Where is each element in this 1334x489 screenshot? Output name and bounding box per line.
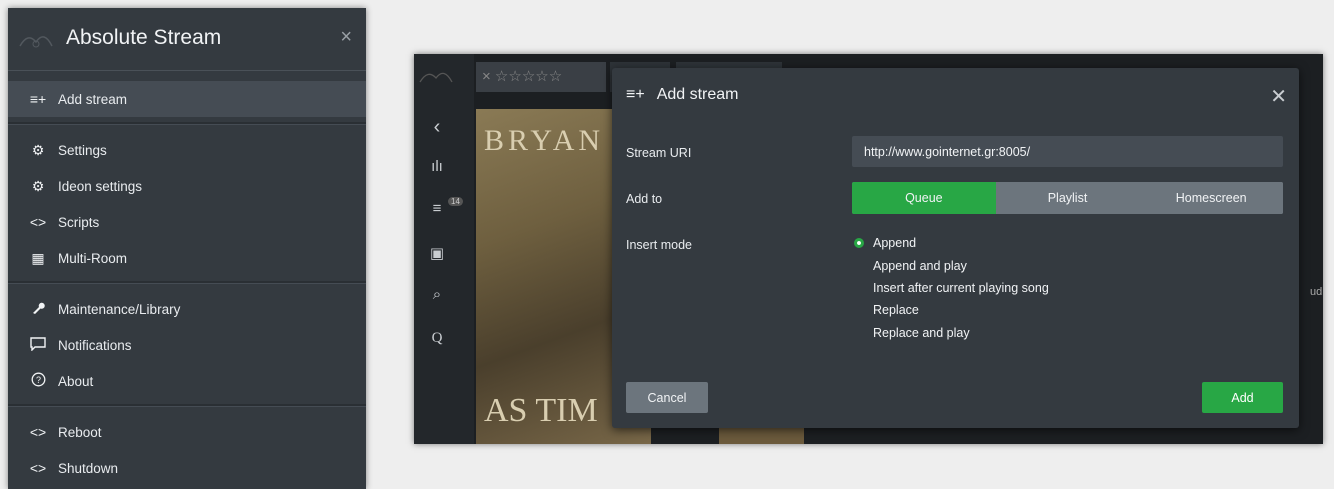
album-cover-text: AS TIM (484, 392, 598, 429)
menu-item-add-stream[interactable]: ≡+ Add stream (8, 81, 366, 117)
menu-item-label: Notifications (58, 337, 132, 353)
menu-item-scripts[interactable]: <> Scripts (8, 204, 366, 240)
q-icon[interactable]: Q (426, 330, 448, 347)
close-icon[interactable]: × (340, 26, 352, 49)
radio-option-insert-after[interactable]: Insert after current playing song (854, 277, 1049, 299)
radio-unchecked-icon (854, 261, 864, 271)
menu-item-about[interactable]: ? About (8, 363, 366, 399)
menu-item-label: Reboot (58, 424, 102, 440)
search-icon[interactable]: ⌕ (426, 286, 448, 303)
insert-mode-options: Append Append and play Insert after curr… (854, 232, 1049, 344)
gear-icon: ⚙ (31, 177, 45, 194)
menu-item-maintenance-library[interactable]: Maintenance/Library (8, 291, 366, 327)
menu-divider (8, 122, 366, 125)
add-stream-dialog: ≡+ Add stream ✕ Stream URI Add to Queue … (612, 68, 1299, 428)
radio-checked-icon (854, 238, 864, 249)
menu-item-label: Add stream (58, 91, 128, 107)
radio-label: Insert after current playing song (873, 280, 1049, 295)
album-cover-text: BRYAN (484, 124, 605, 157)
radio-option-append-and-play[interactable]: Append and play (854, 254, 1049, 276)
code-icon: <> (29, 460, 47, 476)
cancel-button[interactable]: Cancel (626, 382, 708, 413)
menu-item-label: Scripts (58, 214, 100, 230)
menu-item-settings[interactable]: ⚙ Settings (8, 132, 366, 168)
app-screenshot: ‹ ılı ≡ 14 ▣ ⌕ Q × ☆☆☆☆☆ BRYAN AS TIM ud… (414, 54, 1323, 444)
menu-divider (8, 404, 366, 407)
radio-unchecked-icon (854, 305, 864, 315)
close-icon[interactable]: ✕ (1270, 84, 1287, 109)
menu-item-ideon-settings[interactable]: ⚙ Ideon settings (8, 168, 366, 204)
menu-item-notifications[interactable]: Notifications (8, 327, 366, 363)
menu-item-label: Ideon settings (58, 178, 143, 194)
side-menu: Absolute Stream × ≡+ Add stream ⚙ Settin… (8, 8, 366, 489)
stream-uri-input[interactable] (852, 136, 1283, 167)
menu-item-reboot[interactable]: <> Reboot (8, 414, 366, 450)
question-icon: ? (28, 372, 48, 390)
add-to-selector: Queue Playlist Homescreen (852, 182, 1283, 214)
radio-option-replace-and-play[interactable]: Replace and play (854, 322, 1049, 344)
dialog-title: ≡+ Add stream (626, 86, 739, 104)
add-to-queue-button[interactable]: Queue (852, 182, 996, 214)
background-text: udio (1310, 286, 1323, 298)
menu-title: Absolute Stream (66, 26, 222, 49)
gear-icon: ⚙ (31, 141, 45, 158)
radio-label: Append (873, 236, 917, 251)
queue-count-badge: 14 (448, 197, 463, 206)
add-list-icon: ≡+ (29, 91, 47, 107)
radio-label: Append and play (873, 258, 967, 273)
radio-label: Replace (873, 303, 919, 318)
bar-chart-icon[interactable]: ılı (426, 158, 448, 175)
add-to-label: Add to (626, 192, 663, 206)
add-to-playlist-button[interactable]: Playlist (995, 182, 1140, 214)
radio-label: Replace and play (873, 325, 970, 340)
radio-unchecked-icon (854, 328, 864, 338)
code-icon: <> (29, 424, 47, 440)
rating-stars[interactable]: × ☆☆☆☆☆ (476, 62, 606, 92)
radio-option-replace[interactable]: Replace (854, 299, 1049, 321)
insert-mode-label: Insert mode (626, 238, 693, 252)
wrench-icon (28, 301, 48, 318)
menu-item-multi-room[interactable]: ▦ Multi-Room (8, 240, 366, 276)
code-icon: <> (29, 214, 47, 230)
message-icon (28, 336, 48, 354)
grid-icon: ▦ (31, 249, 45, 266)
dialog-title-text: Add stream (656, 86, 739, 103)
menu-item-label: Multi-Room (58, 250, 128, 266)
radio-option-append[interactable]: Append (854, 232, 1049, 254)
moode-logo-icon (19, 36, 53, 48)
queue-icon[interactable]: ≡ (426, 200, 448, 217)
menu-item-label: Maintenance/Library (58, 301, 181, 317)
menu-item-shutdown[interactable]: <> Shutdown (8, 450, 366, 486)
back-icon[interactable]: ‹ (426, 116, 448, 139)
add-button[interactable]: Add (1202, 382, 1283, 413)
radio-unchecked-icon (854, 283, 864, 293)
stream-uri-label: Stream URI (626, 146, 692, 160)
menu-item-label: Settings (58, 142, 107, 158)
add-list-icon: ≡+ (626, 86, 645, 103)
menu-item-label: Shutdown (58, 460, 119, 476)
svg-text:?: ? (35, 375, 40, 385)
menu-item-label: About (58, 373, 94, 389)
moode-logo-icon (419, 72, 453, 83)
add-to-homescreen-button[interactable]: Homescreen (1139, 182, 1283, 214)
menu-divider (8, 281, 366, 284)
library-icon[interactable]: ▣ (426, 244, 448, 262)
menu-header: Absolute Stream × (8, 8, 366, 71)
